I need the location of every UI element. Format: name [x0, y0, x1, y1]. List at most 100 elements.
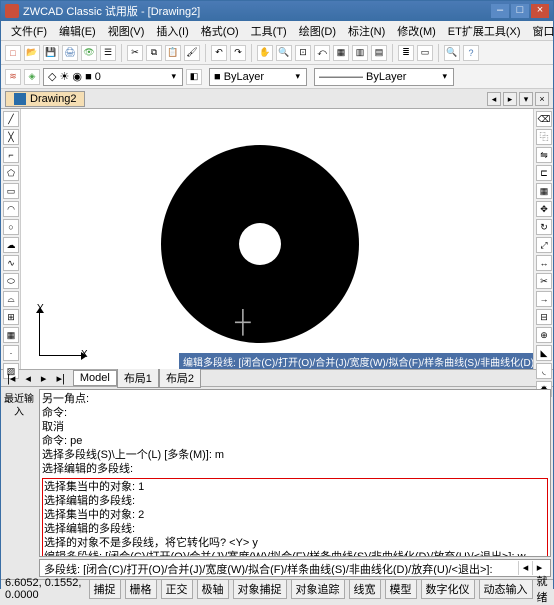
- preview-icon[interactable]: 👁: [81, 45, 97, 61]
- sheet-first-icon[interactable]: |◂: [5, 372, 17, 385]
- help-icon[interactable]: ?: [463, 45, 479, 61]
- sheet-next-icon[interactable]: ▸: [39, 372, 49, 385]
- move-icon[interactable]: ✥: [536, 201, 552, 217]
- mirror-icon[interactable]: ⇋: [536, 147, 552, 163]
- copy-icon[interactable]: ⧉: [146, 45, 162, 61]
- linetype-dropdown[interactable]: ———— ByLayer▾: [314, 68, 454, 86]
- menu-tools[interactable]: 工具(T): [245, 21, 293, 41]
- line-icon[interactable]: ╱: [3, 111, 19, 127]
- extend-icon[interactable]: →: [536, 291, 552, 307]
- titlebar: ZWCAD Classic 试用版 - [Drawing2] – □ ×: [1, 1, 553, 21]
- print-icon[interactable]: 🖨: [62, 45, 78, 61]
- tab-close-icon[interactable]: ×: [535, 92, 549, 106]
- cmd-scroll-left-icon[interactable]: ◂: [518, 561, 532, 575]
- save-icon[interactable]: 💾: [43, 45, 59, 61]
- drawing-canvas[interactable]: ┼ YX 编辑多段线: [闭合(C)/打开(O)/合并(J)/宽度(W)/拟合(…: [21, 109, 533, 369]
- find-icon[interactable]: 🔍: [444, 45, 460, 61]
- tab-layout1[interactable]: 布局1: [117, 368, 159, 388]
- recent-input-label: 最近输入: [1, 387, 37, 579]
- polygon-icon[interactable]: ⬠: [3, 165, 19, 181]
- offset-icon[interactable]: ⊏: [536, 165, 552, 181]
- revcloud-icon[interactable]: ☁: [3, 237, 19, 253]
- tab-layout2[interactable]: 布局2: [159, 368, 201, 388]
- doc-tab-label: Drawing2: [30, 93, 76, 105]
- sheet-prev-icon[interactable]: ◂: [23, 372, 33, 385]
- doc-tab-drawing2[interactable]: Drawing2: [5, 91, 85, 107]
- rectangle-icon[interactable]: ▭: [3, 183, 19, 199]
- tool-b-icon[interactable]: ▥: [352, 45, 368, 61]
- chamfer-icon[interactable]: ◣: [536, 345, 552, 361]
- join-icon[interactable]: ⊕: [536, 327, 552, 343]
- stretch-icon[interactable]: ↔: [536, 255, 552, 271]
- arc-icon[interactable]: ◠: [3, 201, 19, 217]
- scale-icon[interactable]: ⤢: [536, 237, 552, 253]
- document-tabs: Drawing2 ◂ ▸ ▾ ×: [1, 89, 553, 109]
- workspace: ╱ ╳ ⌐ ⬠ ▭ ◠ ○ ☁ ∿ ⬭ ⌓ ⊞ ▦ · ▨ ┼ YX 编辑多段线…: [1, 109, 553, 369]
- app-icon: [5, 4, 19, 18]
- menu-file[interactable]: 文件(F): [5, 21, 53, 41]
- layer-manager-icon[interactable]: ≋: [5, 69, 21, 85]
- paste-icon[interactable]: 📋: [165, 45, 181, 61]
- trim-icon[interactable]: ✂: [536, 273, 552, 289]
- tab-next-icon[interactable]: ▸: [503, 92, 517, 106]
- maximize-button[interactable]: □: [511, 4, 529, 18]
- spline-icon[interactable]: ∿: [3, 255, 19, 271]
- break-icon[interactable]: ⊟: [536, 309, 552, 325]
- ucs-icon: YX: [27, 303, 87, 363]
- copy2-icon[interactable]: ⿻: [536, 129, 552, 145]
- redo-icon[interactable]: ↷: [230, 45, 246, 61]
- command-input[interactable]: 多段线: [闭合(C)/打开(O)/合并(J)/宽度(W)/拟合(F)/样条曲线…: [39, 559, 551, 577]
- erase-icon[interactable]: ⌫: [536, 111, 552, 127]
- minimize-button[interactable]: –: [491, 4, 509, 18]
- menu-window[interactable]: 窗口(W): [527, 21, 554, 41]
- zoom-rt-icon[interactable]: 🔍: [276, 45, 292, 61]
- menu-modify[interactable]: 修改(M): [391, 21, 442, 41]
- fillet-icon[interactable]: ◟: [536, 363, 552, 379]
- modify-toolbar: ⌫ ⿻ ⇋ ⊏ ▦ ✥ ↻ ⤢ ↔ ✂ → ⊟ ⊕ ◣ ◟ ✸: [533, 109, 553, 369]
- rotate-icon[interactable]: ↻: [536, 219, 552, 235]
- matchprop-icon[interactable]: 🖌: [184, 45, 200, 61]
- publish-icon[interactable]: ☰: [100, 45, 116, 61]
- open-icon[interactable]: 📂: [24, 45, 40, 61]
- pline-icon[interactable]: ⌐: [3, 147, 19, 163]
- new-icon[interactable]: □: [5, 45, 21, 61]
- zoom-prev-icon[interactable]: ⤺: [314, 45, 330, 61]
- tab-prev-icon[interactable]: ◂: [487, 92, 501, 106]
- tool-a-icon[interactable]: ▦: [333, 45, 349, 61]
- pan-icon[interactable]: ✋: [257, 45, 273, 61]
- menu-edit[interactable]: 编辑(E): [53, 21, 102, 41]
- menu-dimension[interactable]: 标注(N): [342, 21, 391, 41]
- ellipsearc-icon[interactable]: ⌓: [3, 291, 19, 307]
- xline-icon[interactable]: ╳: [3, 129, 19, 145]
- circle-icon[interactable]: ○: [3, 219, 19, 235]
- menu-insert[interactable]: 插入(I): [150, 21, 194, 41]
- array-icon[interactable]: ▦: [536, 183, 552, 199]
- insert-icon[interactable]: ⊞: [3, 309, 19, 325]
- tab-menu-icon[interactable]: ▾: [519, 92, 533, 106]
- undo-icon[interactable]: ↶: [211, 45, 227, 61]
- sheet-last-icon[interactable]: ▸|: [54, 372, 66, 385]
- layer-toolbar: ≋ ◈ ◇ ☀ ◉ ■ 0▾ ◧ ■ ByLayer▾ ———— ByLayer…: [1, 65, 553, 89]
- cut-icon[interactable]: ✂: [127, 45, 143, 61]
- layer-state-icon[interactable]: ◈: [24, 69, 40, 85]
- highlighted-commands: 选择集当中的对象: 1 选择编辑的多段线: 选择集当中的对象: 2 选择编辑的多…: [42, 478, 548, 557]
- close-button[interactable]: ×: [531, 4, 549, 18]
- command-history[interactable]: 另一角点: 命令: 取消 命令: pe 选择多段线(S)\上一个(L) [多条(…: [39, 389, 551, 557]
- properties-icon[interactable]: ≣: [398, 45, 414, 61]
- menu-draw[interactable]: 绘图(D): [293, 21, 342, 41]
- ellipse-icon[interactable]: ⬭: [3, 273, 19, 289]
- menu-view[interactable]: 视图(V): [102, 21, 151, 41]
- menu-et[interactable]: ET扩展工具(X): [442, 21, 527, 41]
- calc-icon[interactable]: ▭: [417, 45, 433, 61]
- tool-c-icon[interactable]: ▤: [371, 45, 387, 61]
- block-icon[interactable]: ▦: [3, 327, 19, 343]
- layout-tabs: |◂ ◂ ▸ ▸| Model 布局1 布局2: [1, 369, 553, 387]
- zoom-window-icon[interactable]: ⊡: [295, 45, 311, 61]
- tab-model[interactable]: Model: [73, 370, 117, 386]
- layer-dropdown[interactable]: ◇ ☀ ◉ ■ 0▾: [43, 68, 183, 86]
- layer-prev-icon[interactable]: ◧: [186, 69, 202, 85]
- color-dropdown[interactable]: ■ ByLayer▾: [209, 68, 307, 86]
- point-icon[interactable]: ·: [3, 345, 19, 361]
- draw-toolbar: ╱ ╳ ⌐ ⬠ ▭ ◠ ○ ☁ ∿ ⬭ ⌓ ⊞ ▦ · ▨: [1, 109, 21, 369]
- menu-format[interactable]: 格式(O): [195, 21, 245, 41]
